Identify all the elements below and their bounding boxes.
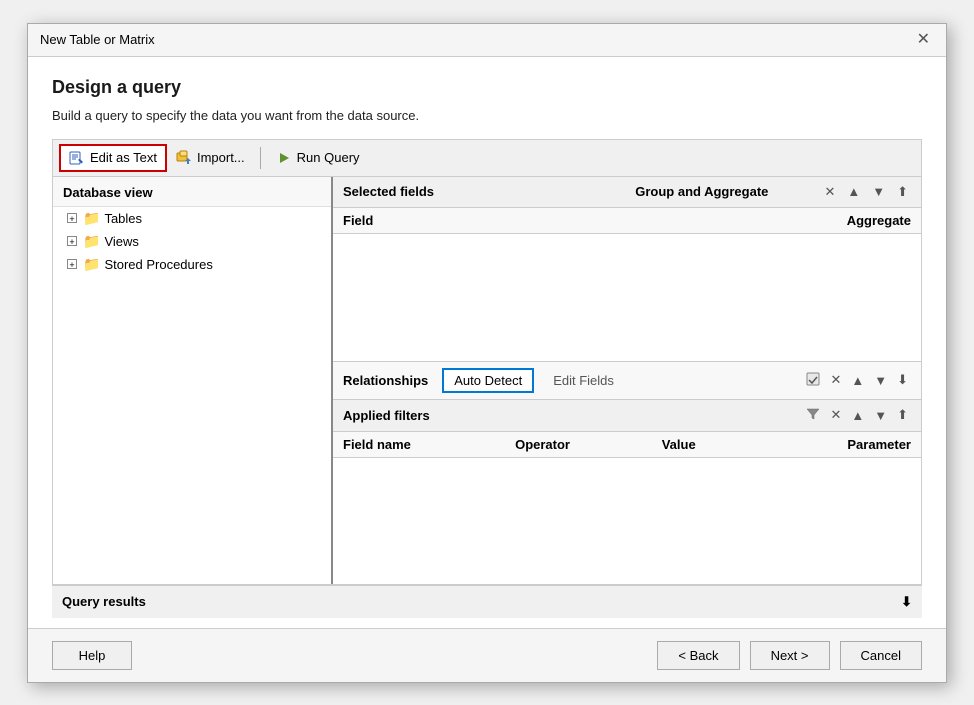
import-icon (176, 150, 192, 166)
run-query-icon (276, 150, 292, 166)
back-label: < Back (678, 648, 718, 663)
move-field-up-button[interactable]: ▲ (844, 183, 863, 200)
rel-edit-icon-button[interactable] (803, 371, 823, 390)
expand-views-icon[interactable]: + (67, 236, 77, 246)
edit-as-text-icon (69, 150, 85, 166)
relationships-section: Relationships Auto Detect Edit Fields (333, 362, 921, 400)
tree-item-tables[interactable]: + 📁 Tables (53, 207, 331, 230)
delete-field-button[interactable]: ✕ (821, 183, 838, 201)
dialog-footer: Help < Back Next > Cancel (28, 628, 946, 682)
relationship-icons: ✕ ▲ ▼ ⬇ (803, 371, 911, 390)
selected-fields-header: Selected fields Group and Aggregate ✕ ▲ … (333, 177, 921, 208)
section-description: Build a query to specify the data you wa… (52, 108, 922, 123)
import-button[interactable]: Import... (167, 145, 254, 171)
back-button[interactable]: < Back (657, 641, 739, 670)
query-results-collapse-icon: ⬇ (901, 594, 912, 610)
filter-down-button[interactable]: ▼ (871, 407, 890, 424)
rel-edit-icon (806, 372, 820, 386)
query-results-bar[interactable]: Query results ⬇ (52, 585, 922, 618)
folder-tables-icon: 📁 (83, 210, 100, 227)
help-button[interactable]: Help (52, 641, 132, 670)
selected-fields-section: Selected fields Group and Aggregate ✕ ▲ … (333, 177, 921, 362)
filters-table: Field name Operator Value Parameter (333, 432, 921, 458)
filter-expand-button[interactable]: ⬆ (894, 406, 911, 424)
filter-add-button[interactable] (803, 406, 823, 425)
query-toolbar: Edit as Text Import... (52, 139, 922, 177)
help-label: Help (79, 648, 106, 663)
toolbar-separator (260, 147, 261, 169)
applied-filters-header: Applied filters ✕ ▲ ▼ ⬆ (333, 400, 921, 432)
expand-tables-icon[interactable]: + (67, 213, 77, 223)
next-label: Next > (771, 648, 809, 663)
move-field-down-button[interactable]: ▼ (869, 183, 888, 200)
close-button[interactable]: ✕ (913, 32, 934, 48)
filter-actions: ✕ ▲ ▼ ⬆ (803, 406, 911, 425)
tree-item-sp-label: Stored Procedures (104, 257, 212, 272)
col-operator-header: Operator (505, 432, 652, 458)
rel-down-button[interactable]: ▼ (871, 371, 890, 390)
filter-delete-button[interactable]: ✕ (827, 406, 844, 424)
edit-fields-label: Edit Fields (553, 373, 614, 388)
run-query-label: Run Query (297, 150, 360, 165)
relationships-label: Relationships (343, 373, 428, 388)
expand-sp-icon[interactable]: + (67, 259, 77, 269)
col-value-header: Value (652, 432, 758, 458)
expand-fields-button[interactable]: ⬆ (894, 183, 911, 201)
rel-collapse-button[interactable]: ⬇ (894, 371, 911, 390)
run-query-button[interactable]: Run Query (267, 145, 369, 171)
next-button[interactable]: Next > (750, 641, 830, 670)
col-parameter-header: Parameter (757, 432, 921, 458)
right-panel: Selected fields Group and Aggregate ✕ ▲ … (333, 177, 921, 584)
auto-detect-button[interactable]: Auto Detect (442, 368, 534, 393)
tree-item-tables-label: Tables (104, 211, 142, 226)
dialog-window: New Table or Matrix ✕ Design a query Bui… (27, 23, 947, 683)
query-results-label: Query results (62, 594, 146, 609)
edit-as-text-label: Edit as Text (90, 150, 157, 165)
tree-item-views-label: Views (104, 234, 138, 249)
main-split-area: Database view + 📁 Tables + 📁 Views + 📁 S… (52, 177, 922, 585)
folder-views-icon: 📁 (83, 233, 100, 250)
fields-table: Field Aggregate (333, 208, 921, 234)
filter-up-button[interactable]: ▲ (848, 407, 867, 424)
tree-item-views[interactable]: + 📁 Views (53, 230, 331, 253)
group-aggregate-title: Group and Aggregate (582, 184, 821, 199)
rel-delete-button[interactable]: ✕ (827, 371, 844, 390)
col-field-name-header: Field name (333, 432, 505, 458)
tree-item-stored-procedures[interactable]: + 📁 Stored Procedures (53, 253, 331, 276)
db-panel-title: Database view (53, 177, 331, 207)
cancel-button[interactable]: Cancel (840, 641, 922, 670)
folder-sp-icon: 📁 (83, 256, 100, 273)
selected-fields-title: Selected fields (343, 184, 582, 199)
rel-up-button[interactable]: ▲ (848, 371, 867, 390)
col-aggregate-header: Aggregate (553, 208, 921, 234)
filter-icon (806, 407, 820, 421)
title-bar: New Table or Matrix ✕ (28, 24, 946, 57)
footer-right-buttons: < Back Next > Cancel (657, 641, 922, 670)
dialog-title: New Table or Matrix (40, 32, 155, 47)
edit-fields-button[interactable]: Edit Fields (542, 369, 625, 392)
section-title: Design a query (52, 77, 922, 98)
col-field-header: Field (333, 208, 553, 234)
cancel-label: Cancel (861, 648, 901, 663)
auto-detect-label: Auto Detect (454, 373, 522, 388)
dialog-content: Design a query Build a query to specify … (28, 57, 946, 628)
database-view-panel: Database view + 📁 Tables + 📁 Views + 📁 S… (53, 177, 333, 584)
selected-fields-actions: ✕ ▲ ▼ ⬆ (821, 183, 911, 201)
edit-as-text-button[interactable]: Edit as Text (59, 144, 167, 172)
import-label: Import... (197, 150, 245, 165)
applied-filters-section: Applied filters ✕ ▲ ▼ ⬆ (333, 400, 921, 584)
applied-filters-title: Applied filters (343, 408, 803, 423)
